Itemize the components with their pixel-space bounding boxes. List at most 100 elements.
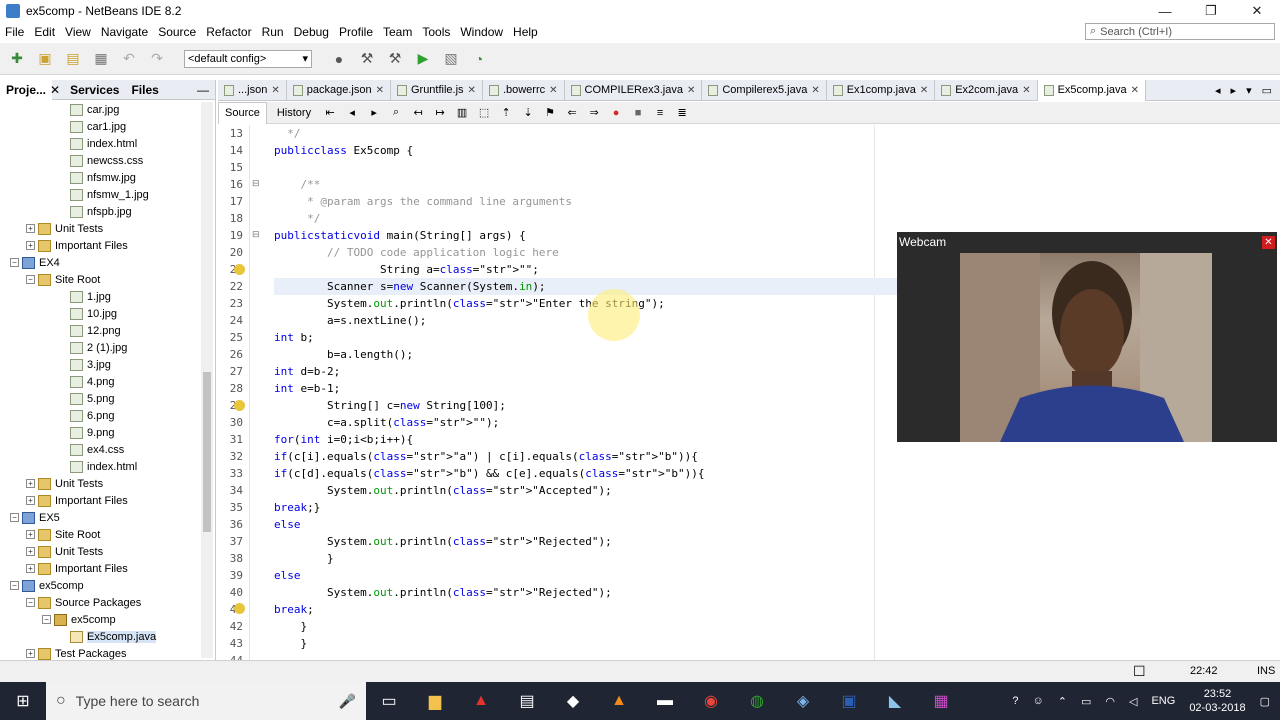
browser-icon[interactable]: ◍ [734, 682, 780, 720]
tree-item[interactable]: − EX4 [0, 254, 200, 271]
tab-files[interactable]: Files [125, 80, 164, 100]
collapse-icon[interactable]: − [10, 258, 19, 267]
editor-tab[interactable]: Compilerex5.java ✕ [702, 79, 827, 101]
back-icon[interactable]: ◂ [343, 104, 361, 122]
tree-item[interactable]: car1.jpg [0, 118, 200, 135]
tab-services[interactable]: Services [64, 80, 125, 100]
expand-icon[interactable]: + [26, 224, 35, 233]
fold-toggle-icon[interactable]: ⊟ [252, 178, 262, 189]
editor-tab[interactable]: Ex2com.java ✕ [935, 79, 1038, 101]
build-hammer-icon[interactable]: ⚒ [356, 48, 378, 70]
tree-item[interactable]: car.jpg [0, 101, 200, 118]
collapse-icon[interactable]: − [26, 598, 35, 607]
find-next-icon[interactable]: ↦ [431, 104, 449, 122]
hint-bulb-icon[interactable] [234, 400, 245, 411]
help-icon[interactable]: ? [1012, 695, 1018, 707]
editor-tab[interactable]: .bowerrc ✕ [483, 79, 565, 101]
expand-icon[interactable]: + [26, 241, 35, 250]
close-tab-icon[interactable]: ✕ [468, 85, 476, 96]
tree-item[interactable]: + Unit Tests [0, 220, 200, 237]
menu-file[interactable]: File [0, 25, 29, 39]
wifi-icon[interactable]: ◠ [1105, 695, 1115, 708]
tree-item[interactable]: − Site Root [0, 271, 200, 288]
code-line[interactable]: else [274, 567, 1254, 584]
editor-tab[interactable]: COMPILERex3.java ✕ [565, 79, 703, 101]
new-file-icon[interactable]: ✚ [6, 48, 28, 70]
tree-item[interactable]: 10.jpg [0, 305, 200, 322]
language-indicator[interactable]: ENG [1151, 695, 1175, 707]
tree-item[interactable]: − EX5 [0, 509, 200, 526]
code-line[interactable]: System. out .println(class ="str">"Rejected… [274, 533, 1254, 550]
editor-tab[interactable]: ...json ✕ [218, 79, 287, 101]
code-line[interactable]: } [274, 550, 1254, 567]
code-line[interactable]: * @param args the command line arguments [274, 193, 1254, 210]
code-line[interactable]: break; [274, 601, 1254, 618]
tree-item[interactable]: − Source Packages [0, 594, 200, 611]
tree-item[interactable]: 6.png [0, 407, 200, 424]
redo-icon[interactable]: ↷ [146, 48, 168, 70]
code-line[interactable]: /** [274, 176, 1254, 193]
comment-icon[interactable]: ≡ [651, 104, 669, 122]
notifications-icon[interactable]: ☐ [1133, 663, 1146, 680]
hint-bulb-icon[interactable] [234, 603, 245, 614]
task-view-icon[interactable]: ▭ [366, 682, 412, 720]
code-line[interactable] [274, 652, 1254, 660]
collapse-icon[interactable]: − [26, 275, 35, 284]
tree-item[interactable]: index.html [0, 135, 200, 152]
start-macro-icon[interactable]: ● [607, 104, 625, 122]
tree-item[interactable]: Ex5comp.java [0, 628, 200, 645]
collapse-icon[interactable]: − [42, 615, 51, 624]
menu-team[interactable]: Team [378, 25, 417, 39]
clock[interactable]: 23:52 02-03-2018 [1189, 687, 1245, 715]
windows-start-icon[interactable]: ⊞ [0, 682, 46, 720]
close-tab-icon[interactable]: ✕ [920, 85, 928, 96]
stop-macro-icon[interactable]: ■ [629, 104, 647, 122]
expand-icon[interactable]: + [26, 564, 35, 573]
shift-right-icon[interactable]: ⇒ [585, 104, 603, 122]
tree-item[interactable]: 3.jpg [0, 356, 200, 373]
tab-projects[interactable]: Proje... [0, 79, 53, 100]
file-explorer-icon[interactable]: ▆ [412, 682, 458, 720]
tree-item[interactable]: − ex5comp [0, 577, 200, 594]
netbeans-icon[interactable]: ◈ [780, 682, 826, 720]
uncomment-icon[interactable]: ≣ [673, 104, 691, 122]
tree-item[interactable]: 4.png [0, 373, 200, 390]
taskbar-search[interactable]: ○ Type here to search 🎤 [46, 682, 366, 720]
code-line[interactable]: else [274, 516, 1254, 533]
recorder-icon[interactable]: ▦ [918, 682, 964, 720]
editor-tab[interactable]: Gruntfile.js ✕ [391, 79, 483, 101]
close-tab-icon[interactable]: ✕ [1022, 85, 1030, 96]
close-tab-icon[interactable]: ✕ [376, 85, 384, 96]
collapse-icon[interactable]: − [10, 513, 19, 522]
menu-refactor[interactable]: Refactor [201, 25, 256, 39]
people-icon[interactable]: ☺ [1033, 695, 1044, 707]
minimize-panel-icon[interactable]: — [197, 83, 209, 97]
debug-icon[interactable]: ▧ [440, 48, 462, 70]
tree-item[interactable]: + Important Files [0, 560, 200, 577]
menu-edit[interactable]: Edit [29, 25, 60, 39]
tree-item[interactable]: + Site Root [0, 526, 200, 543]
expand-icon[interactable]: + [26, 496, 35, 505]
media-icon[interactable]: ▬ [642, 682, 688, 720]
scrollbar-thumb[interactable] [203, 372, 211, 532]
menu-navigate[interactable]: Navigate [96, 25, 153, 39]
app-icon[interactable]: ◣ [872, 682, 918, 720]
config-dropdown[interactable]: <default config> ▾ [184, 49, 312, 68]
tree-item[interactable]: nfsmw.jpg [0, 169, 200, 186]
menu-profile[interactable]: Profile [334, 25, 378, 39]
code-line[interactable]: */ [274, 125, 1254, 142]
scroll-left-icon[interactable]: ◂ [1215, 84, 1221, 97]
store-icon[interactable]: ▤ [504, 682, 550, 720]
globe-icon[interactable]: ● [328, 48, 350, 70]
tab-list-icon[interactable]: ▾ [1246, 84, 1252, 97]
find-prev-icon[interactable]: ↤ [409, 104, 427, 122]
tree-item[interactable]: − ex5comp [0, 611, 200, 628]
fold-toggle-icon[interactable]: ⊟ [252, 229, 262, 240]
tree-item[interactable]: ex4.css [0, 441, 200, 458]
close-tab-icon[interactable]: ✕ [549, 85, 557, 96]
tree-item[interactable]: nfsmw_1.jpg [0, 186, 200, 203]
next-bookmark-icon[interactable]: ⇣ [519, 104, 537, 122]
expand-icon[interactable]: + [26, 530, 35, 539]
microphone-icon[interactable]: 🎤 [339, 693, 356, 710]
scroll-right-icon[interactable]: ▸ [1231, 84, 1237, 97]
